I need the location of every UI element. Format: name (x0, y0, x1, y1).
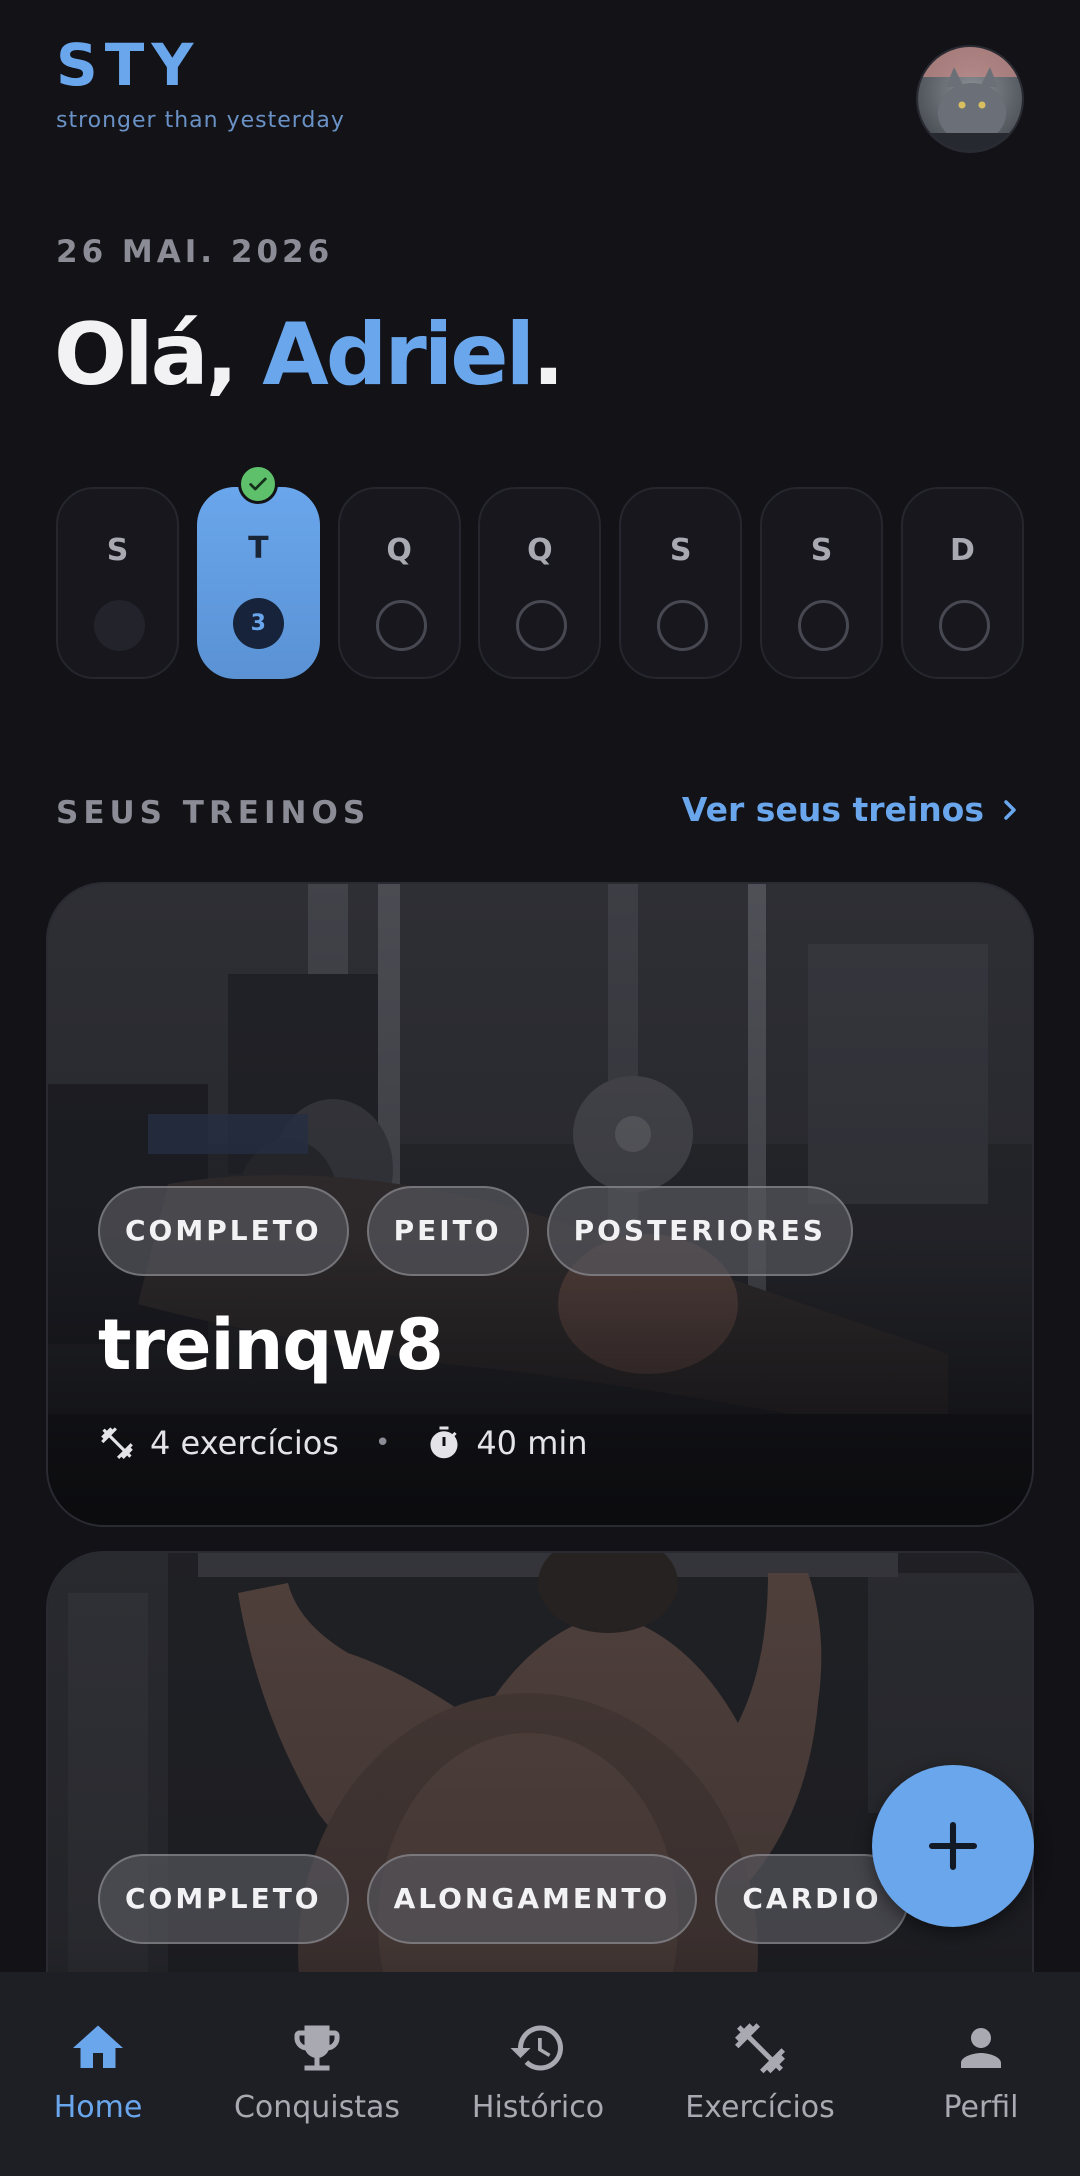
nav-label: Conquistas (233, 2090, 401, 2125)
workout-tag: ALONGAMENTO (366, 1854, 698, 1944)
trophy-icon (294, 2025, 340, 2071)
nav-item-conquistas[interactable]: Conquistas (209, 1972, 425, 2176)
nav-item-perfil[interactable]: Perfil (873, 1972, 1080, 2176)
day-wednesday[interactable]: Q (337, 487, 461, 679)
nav-label: Histórico (471, 2090, 605, 2125)
workout-tag: COMPLETO (98, 1854, 349, 1944)
day-indicator (798, 600, 849, 651)
user-name: Adriel (262, 305, 535, 405)
nav-item-exercicios[interactable]: Exercícios (652, 1972, 868, 2176)
meta-separator: • (374, 1428, 391, 1458)
day-monday[interactable]: S (56, 487, 179, 679)
home-icon (73, 2025, 123, 2068)
workout-tag: COMPLETO (98, 1186, 349, 1276)
see-workouts-label: Ver seus treinos (681, 790, 984, 829)
day-indicator (657, 600, 709, 651)
greeting-suffix: . (532, 305, 565, 405)
workout-meta: 4 exercícios • 40 min (98, 1424, 588, 1462)
app-logo-text: STY (56, 31, 201, 99)
see-workouts-link[interactable]: Ver seus treinos (682, 790, 1022, 829)
nav-item-home[interactable]: Home (0, 1972, 206, 2176)
greeting-prefix: Olá, (54, 305, 263, 405)
dumbbell-icon (735, 2023, 785, 2074)
current-date: 26 MAI. 2026 (56, 234, 334, 270)
plus-icon (928, 1821, 978, 1871)
person-icon (961, 2028, 1001, 2068)
week-strip: S T 3 Q Q S S D (56, 487, 1024, 679)
check-icon (238, 464, 278, 504)
day-indicator (939, 600, 990, 651)
day-letter: Q (527, 533, 553, 568)
day-friday[interactable]: S (619, 487, 743, 679)
app-brand: STY stronger than yesterday (56, 32, 345, 133)
day-letter: Q (386, 533, 412, 568)
workout-duration: 40 min (476, 1424, 588, 1462)
workout-tags: COMPLETO PEITO POSTERIORES (98, 1186, 853, 1276)
day-letter: S (669, 533, 692, 568)
app-tagline: stronger than yesterday (56, 108, 345, 133)
day-sunday[interactable]: D (901, 487, 1024, 679)
day-tuesday[interactable]: T 3 (196, 487, 320, 679)
day-letter: S (106, 533, 129, 568)
day-workout-count: 3 (250, 611, 266, 636)
chevron-right-icon (1004, 799, 1016, 820)
timer-icon (430, 1426, 458, 1459)
day-indicator (94, 600, 145, 651)
bottom-nav: Home Conquistas Histórico Exercícios Per… (0, 1972, 1080, 2176)
exercise-count: 4 exercícios (150, 1424, 339, 1462)
day-letter: S (810, 533, 833, 568)
nav-label: Exercícios (685, 2090, 835, 2125)
workout-card[interactable]: COMPLETO PEITO POSTERIORES treinqw8 4 ex… (46, 882, 1034, 1527)
nav-item-historico[interactable]: Histórico (430, 1972, 646, 2176)
nav-label: Home (53, 2090, 143, 2125)
avatar[interactable] (916, 45, 1024, 153)
history-icon (510, 2025, 563, 2071)
add-workout-button[interactable] (872, 1765, 1034, 1927)
day-saturday[interactable]: S (760, 487, 883, 679)
workout-tags: COMPLETO ALONGAMENTO CARDIO (98, 1854, 909, 1944)
section-title: SEUS TREINOS (56, 795, 371, 831)
nav-label: Perfil (943, 2090, 1019, 2125)
workout-tag: POSTERIORES (546, 1186, 853, 1276)
workout-tag: PEITO (366, 1186, 529, 1276)
day-thursday[interactable]: Q (478, 487, 602, 679)
day-indicator (516, 600, 568, 651)
greeting: Olá, Adriel. (54, 305, 565, 405)
day-indicator (375, 600, 427, 651)
workout-name: treinqw8 (98, 1304, 444, 1386)
dumbbell-icon (101, 1427, 133, 1459)
day-letter: T (248, 531, 269, 566)
day-letter: D (950, 533, 975, 568)
